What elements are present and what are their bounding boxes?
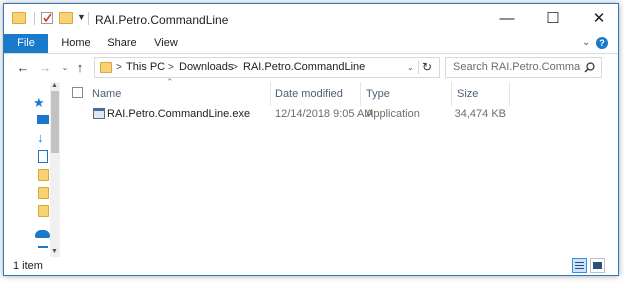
desktop-icon[interactable] <box>37 115 49 124</box>
column-divider[interactable] <box>270 82 271 106</box>
customize-toolbar-icon[interactable]: ▼ <box>77 12 86 22</box>
column-header-size[interactable]: Size <box>457 87 478 101</box>
toolbar-divider <box>34 12 35 25</box>
minimize-button[interactable]: — <box>484 4 530 34</box>
folder-icon[interactable] <box>38 187 49 199</box>
refresh-icon[interactable]: ↻ <box>422 60 432 74</box>
file-row[interactable]: RAI.Petro.CommandLine.exe 12/14/2018 9:0… <box>89 105 509 123</box>
column-divider[interactable] <box>360 82 361 106</box>
tab-view[interactable]: View <box>148 34 184 53</box>
breadcrumb-current-folder[interactable]: RAI.Petro.CommandLine <box>243 58 365 77</box>
help-icon[interactable]: ? <box>596 37 608 49</box>
divider <box>418 61 419 74</box>
ribbon: File Home Share View ⌄ ? <box>4 34 618 54</box>
folder-icon[interactable] <box>38 205 49 217</box>
expand-ribbon-icon[interactable]: ⌄ <box>582 37 590 48</box>
window-title: RAI.Petro.CommandLine <box>95 13 229 27</box>
toolbar-divider <box>88 12 89 25</box>
address-row: ← → ⌄ ↑ > This PC > Downloads > RAI.Petr… <box>4 54 618 82</box>
folder-icon <box>12 12 26 24</box>
file-name[interactable]: RAI.Petro.CommandLine.exe <box>107 105 250 123</box>
item-count: 1 item <box>13 260 43 272</box>
onedrive-icon[interactable] <box>35 230 50 238</box>
breadcrumb-separator[interactable]: > <box>116 58 122 77</box>
large-icons-view-icon[interactable] <box>590 258 605 273</box>
search-box[interactable]: Search RAI.Petro.CommandLi... <box>445 57 602 78</box>
breadcrumb-this-pc[interactable]: This PC <box>126 58 165 77</box>
tab-share[interactable]: Share <box>104 34 140 53</box>
details-view-icon[interactable] <box>572 258 587 273</box>
file-type: Application <box>366 108 420 120</box>
new-folder-icon[interactable] <box>59 12 73 24</box>
search-input[interactable]: Search RAI.Petro.CommandLi... <box>453 58 581 77</box>
column-header-date-modified[interactable]: Date modified <box>275 87 343 101</box>
scrollbar-thumb[interactable] <box>51 91 59 153</box>
address-dropdown-icon[interactable]: ⌄ <box>407 63 414 72</box>
breadcrumb-downloads[interactable]: Downloads <box>179 58 233 77</box>
tab-file[interactable]: File <box>4 34 48 53</box>
recent-locations-icon[interactable]: ⌄ <box>57 60 73 76</box>
downloads-icon[interactable]: ↓ <box>37 130 44 145</box>
status-bar: 1 item <box>4 257 618 275</box>
documents-icon[interactable] <box>38 150 48 163</box>
column-header-type[interactable]: Type <box>366 87 390 101</box>
select-all-checkbox[interactable] <box>72 87 83 98</box>
search-icon[interactable] <box>584 62 595 73</box>
tab-home[interactable]: Home <box>58 34 94 53</box>
up-arrow-icon[interactable]: ↑ <box>72 60 88 76</box>
folder-icon <box>100 62 112 73</box>
maximize-button[interactable]: ☐ <box>530 4 576 34</box>
scroll-down-icon[interactable]: ▼ <box>51 248 58 255</box>
column-divider[interactable] <box>509 82 510 106</box>
file-date-modified: 12/14/2018 9:05 AM <box>275 108 374 120</box>
navigation-scrollbar[interactable]: ▲ ▼ <box>50 82 60 257</box>
properties-icon[interactable] <box>41 12 53 24</box>
scroll-up-icon[interactable]: ▲ <box>51 82 58 89</box>
file-size: 34,474 KB <box>454 108 506 120</box>
explorer-window: ▼ RAI.Petro.CommandLine — ☐ ✕ File Home … <box>3 3 619 276</box>
breadcrumb-separator[interactable]: > <box>168 58 174 77</box>
column-divider[interactable] <box>451 82 452 106</box>
sort-indicator-icon: ⌃ <box>166 77 174 87</box>
address-bar[interactable]: > This PC > Downloads > RAI.Petro.Comman… <box>94 57 440 78</box>
close-button[interactable]: ✕ <box>576 4 618 34</box>
column-header-name[interactable]: Name <box>92 87 121 101</box>
quick-access-star-icon[interactable]: ★ <box>33 95 45 111</box>
this-pc-icon[interactable] <box>38 246 48 248</box>
application-icon <box>93 108 105 119</box>
file-list: ⌃ Name Date modified Type Size RAI.Petro… <box>62 77 618 257</box>
title-bar: ▼ RAI.Petro.CommandLine — ☐ ✕ <box>4 4 618 34</box>
breadcrumb-separator[interactable]: > <box>232 58 238 77</box>
back-arrow-icon[interactable]: ← <box>15 60 31 76</box>
folder-icon[interactable] <box>38 169 49 181</box>
forward-arrow-icon[interactable]: → <box>37 60 53 76</box>
